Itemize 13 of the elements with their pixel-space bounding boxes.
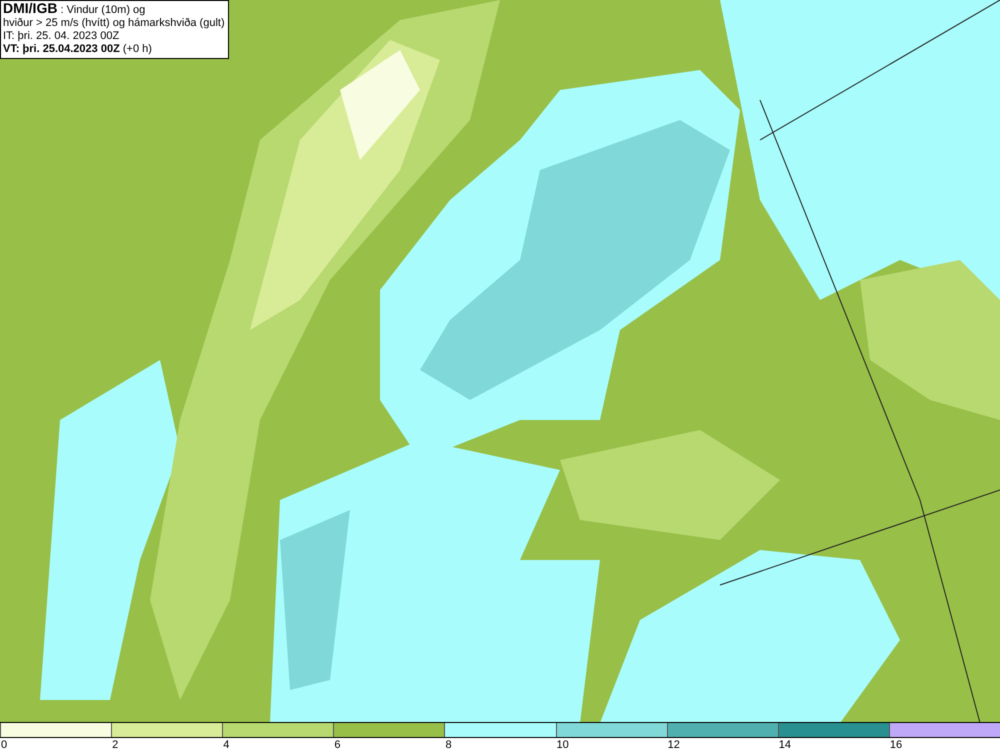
info-line: hviður > 25 m/s (hvítt) og hámarkshviða (gult) — [3, 17, 225, 30]
scale-tick-label: 14 — [778, 738, 792, 753]
info-line: IT: þri. 25. 04. 2023 00Z — [3, 30, 120, 43]
scale-tick-label: 12 — [666, 738, 680, 753]
scale-tick-label: 0 — [0, 738, 8, 753]
scale-tick-label: 4 — [222, 738, 230, 753]
scale-tick-label: 2 — [111, 738, 118, 753]
info-line: VT: þri. 25.04.2023 00Z (+0 h) — [3, 43, 153, 56]
scale-tick-label: 6 — [333, 738, 340, 753]
scale-tick-label: 8 — [444, 738, 452, 753]
scale-tick-label: 10 — [556, 738, 569, 753]
info-line: DMI/IGB : Vindur (10m) og — [3, 2, 146, 17]
scale-tick-label: 16 — [888, 738, 902, 753]
